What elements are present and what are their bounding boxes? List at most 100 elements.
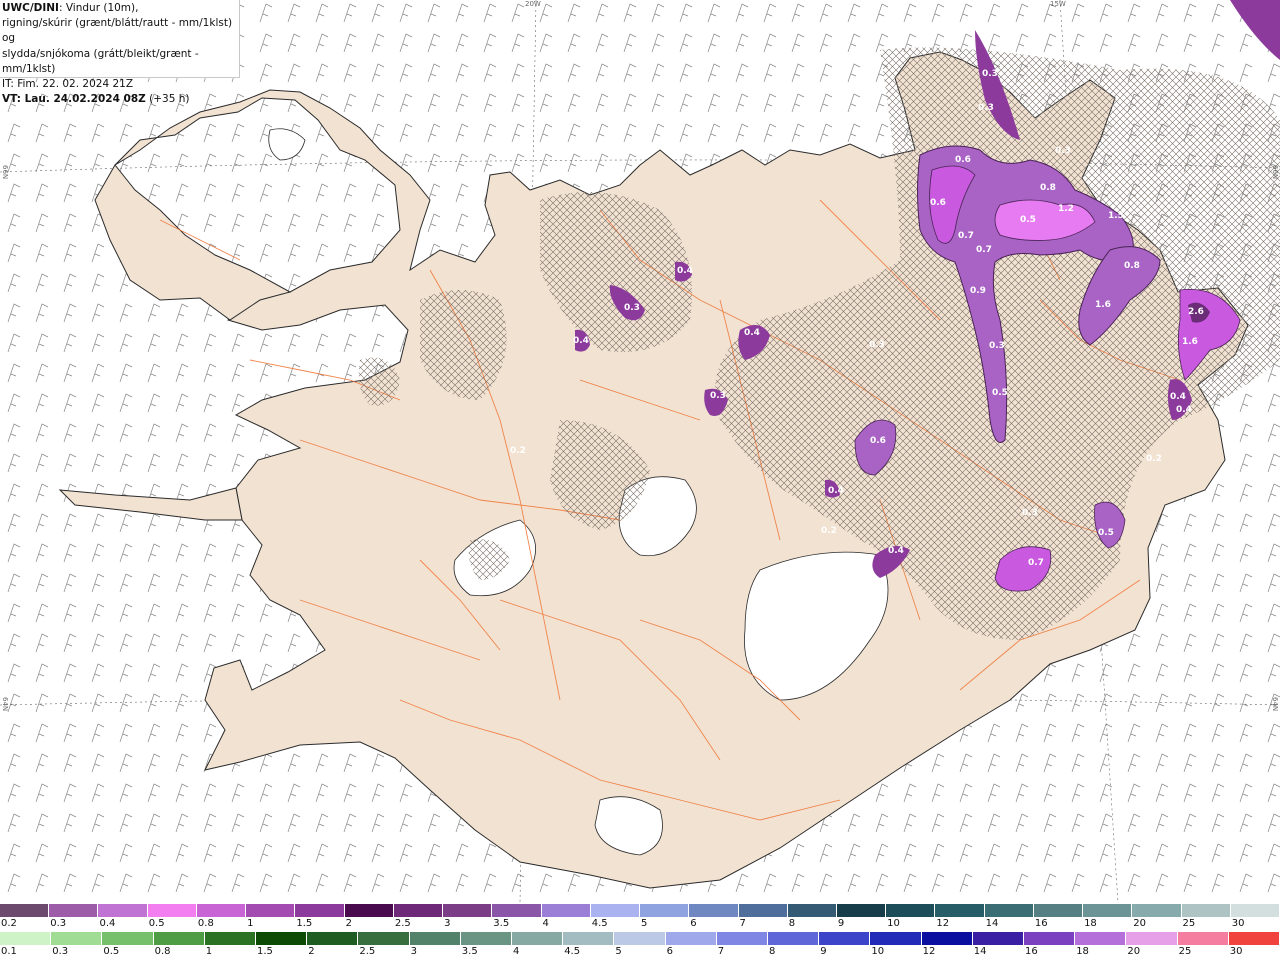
scale-swatch [51,932,103,945]
map-label: 0.8 [1040,183,1056,193]
map-label: 1.2 [1058,204,1074,214]
scale-swatch [492,904,542,917]
scale-label: 25 [1178,946,1192,957]
scale-swatch [665,932,717,945]
scale-swatch [1083,904,1133,917]
scale-swatch [689,904,739,917]
scale-swatch [295,904,345,917]
scale-swatch [49,904,99,917]
scale-swatch [870,932,922,945]
scale-label: 4.5 [591,918,608,929]
lat-label-66n-left: 66N [1,165,9,180]
scale-label: 12 [936,918,950,929]
map-label: 0.3 [978,103,994,113]
scale-swatch [393,904,444,917]
scale-label: 2 [308,946,315,957]
info-line-5: VT: Lau. 24.02.2024 08Z (+35 h) [2,92,239,107]
scale-label: 8 [769,946,776,957]
map-label: 0.4 [744,328,760,338]
scale-label: 18 [1076,946,1089,957]
map-label: 0.7 [958,231,974,241]
lon-label-15w: 15W [1050,0,1066,8]
info-line-3: slydda/snjókoma (grátt/bleikt/grænt - mm… [2,47,199,75]
scale-label: 1 [205,946,213,957]
map-label: 2.6 [1188,307,1204,317]
scale-swatch [935,904,985,917]
forecast-offset: (+35 h) [145,93,190,106]
lon-label-20w: 20W [525,0,541,8]
scale-swatch [1126,932,1178,945]
map-label: 0.5 [1020,215,1036,225]
rain-scale-labels: 0.1 0.3 0.5 0.8 1 1.5 2 2.5 3 3.5 4 4.5 5 6 7 8 9 10 12 14 1… [0,946,1280,958]
scale-label: 4 [513,946,520,957]
valid-time: VT: Lau. 24.02.2024 08Z [2,93,146,106]
scale-swatch [196,904,247,917]
scale-swatch [984,904,1034,917]
info-line-2: rigning/skúrir (grænt/blátt/rautt - mm/1… [2,17,233,45]
scale-swatch [460,932,513,945]
map-label: 0.6 [955,155,971,165]
map-label: 0.7 [1028,558,1044,568]
scale-swatch [443,904,493,917]
scale-swatch [344,904,394,917]
scale-swatch [563,932,615,945]
scale-swatch [972,932,1025,945]
scale-label: 10 [871,946,885,957]
scale-label: 25 [1182,918,1196,929]
map-label: 0.3 [989,341,1005,351]
scale-label: 9 [820,946,827,957]
scale-label: 7 [717,946,725,957]
map-info-box: UWC/DINI: Vindur (10m), rigning/skúrir (… [0,0,240,105]
scale-label: 14 [985,918,999,929]
scale-label: 18 [1084,918,1097,929]
scale-label: 16 [1025,946,1038,957]
scale-swatch [1132,904,1182,917]
scale-swatch [307,932,359,945]
info-text: : Vindur (10m), [58,2,139,14]
scale-swatch [1228,932,1280,945]
map-label: 0.3 [1022,508,1038,518]
scale-swatch [0,904,50,917]
map-label: 0.2 [821,526,837,536]
scale-label: 1.5 [296,918,313,929]
info-line-1: UWC/DINI: Vindur (10m), [2,1,239,16]
scale-label: 6 [690,918,697,929]
scale-label: 16 [1034,918,1048,929]
map-label: 0.3 [710,391,726,401]
scale-swatch [541,904,591,917]
map-label: 0.4 [1176,405,1192,415]
scale-label: 5 [615,946,622,957]
scale-label: 5 [641,918,648,929]
snow-scale-labels: 0.2 0.3 0.4 0.5 0.8 1 1.5 2 2.5 3 3.5 4 4.5 5 6 7 8 9 10 12… [0,918,1280,930]
scale-label: 3.5 [493,918,510,929]
scale-swatch [246,904,296,917]
map-label: 0.6 [930,198,946,208]
scale-label: 3 [444,918,451,929]
scale-label: 0.5 [103,946,120,957]
lat-label-64n-left: 64N [1,697,9,712]
scale-label: 0.3 [50,918,67,929]
scale-swatch [1230,904,1280,917]
map-label: 0.5 [992,388,1008,398]
map-label: 1.6 [1182,337,1198,347]
map-label: 0.3 [869,340,885,350]
weather-map: 0.3 0.3 0.6 0.8 0.5 1.2 1.5 0.6 0.7 0.7 … [0,0,1280,903]
map-label: 0.2 [1146,454,1162,464]
scale-swatch [102,932,154,945]
lat-label-66n-right: 66N [1271,165,1279,180]
scale-label: 12 [922,946,936,957]
scale-label: 4 [542,918,549,929]
map-label: 0.4 [888,546,904,556]
scale-label: 1 [247,918,254,929]
scale-swatch [204,932,257,945]
lat-label-64n-right: 64N [1271,697,1279,712]
scale-swatch [614,932,666,945]
scale-label: 14 [973,946,987,957]
scale-swatch [98,904,148,917]
scale-label: 2.5 [394,918,411,929]
scale-swatch [738,904,788,917]
scale-swatch [590,904,641,917]
map-label: 0.5 [1098,528,1114,538]
map-label: 0.8 [1124,261,1140,271]
scale-swatch [640,904,690,917]
